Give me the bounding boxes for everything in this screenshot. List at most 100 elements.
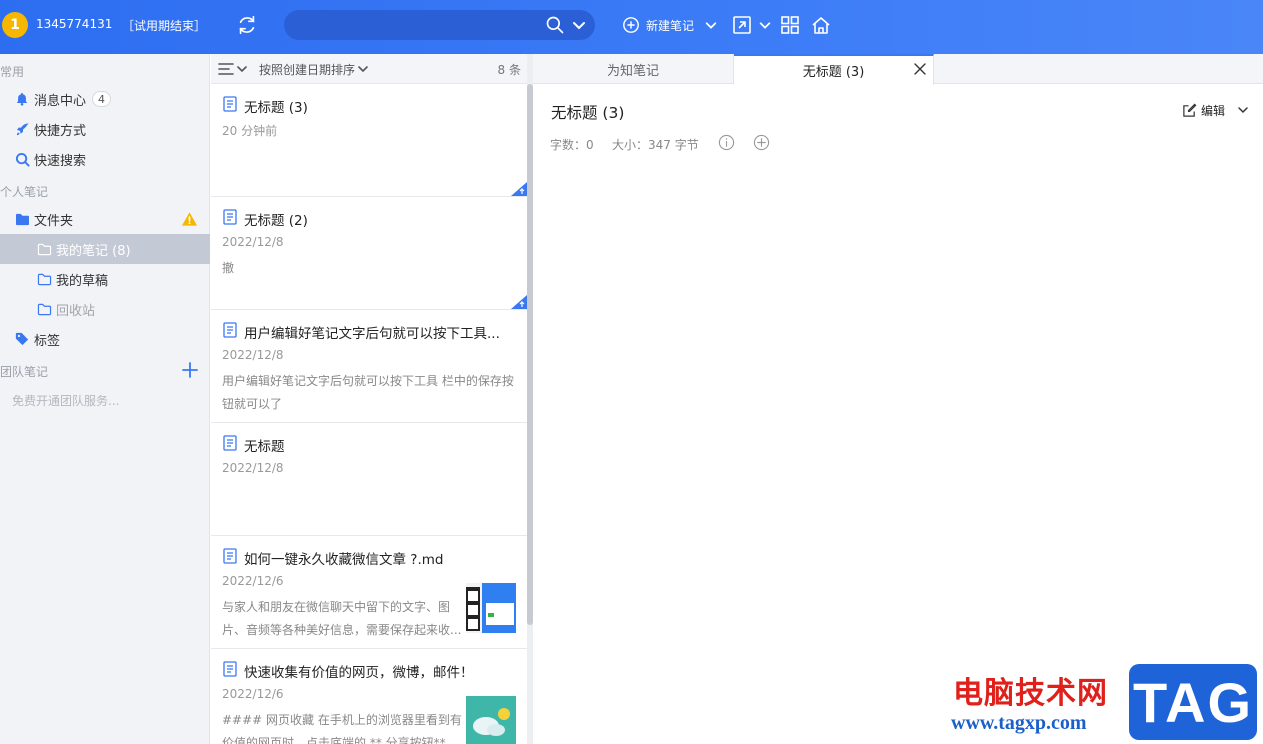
sidebar-item-tags[interactable]: 标签: [0, 324, 210, 354]
sidebar: 常用 消息中心 4 快捷方式 快速搜索 个人笔记 文件夹 我的笔记 (8) 我的…: [0, 54, 210, 744]
note-snippet: #### 网页收藏 在手机上的浏览器里看到有价值的网页时，点击底端的 ** 分享…: [222, 713, 462, 744]
note-date: 2022/12/6: [222, 687, 284, 701]
watermark-site-name: 电脑技术网: [953, 676, 1108, 711]
grid-icon[interactable]: [779, 14, 801, 36]
note-title: 快速收集有价值的网页，微博，邮件！: [244, 665, 474, 681]
edit-button[interactable]: 编辑: [1182, 100, 1249, 120]
note-date: 2022/12/6: [222, 574, 284, 588]
view-dropdown-icon[interactable]: [758, 14, 772, 36]
note-card[interactable]: 无标题 (3) 20 分钟前: [211, 84, 527, 197]
search-dropdown-icon[interactable]: [571, 17, 587, 33]
tab-bar: 为知笔记 无标题 (3): [533, 54, 1263, 85]
sort-label[interactable]: 按照创建日期排序: [259, 61, 355, 78]
document-icon: [223, 548, 237, 564]
note-title: 无标题 (3): [244, 100, 308, 116]
note-card[interactable]: 如何一键永久收藏微信文章 ?.md 2022/12/6 与家人和朋友在微信聊天中…: [211, 536, 527, 649]
document-icon: [223, 661, 237, 677]
expand-icon[interactable]: [731, 14, 753, 36]
avatar[interactable]: 1: [2, 12, 28, 38]
note-title: 用户编辑好笔记文字后句就可以按下工具...: [244, 326, 500, 342]
edit-label: 编辑: [1201, 103, 1226, 118]
sidebar-item-label: 我的笔记 (8): [56, 243, 131, 259]
info-icon[interactable]: [718, 134, 735, 151]
note-date: 2022/12/8: [222, 348, 284, 362]
sidebar-item-label: 快捷方式: [34, 123, 87, 139]
new-note-label: 新建笔记: [646, 18, 695, 33]
tab-wiz-note[interactable]: 为知笔记: [533, 54, 734, 84]
chevron-down-icon[interactable]: [357, 63, 369, 75]
note-count: 8 条: [497, 63, 521, 77]
sidebar-item-label: 回收站: [56, 303, 96, 319]
watermark-logo: TAG: [1129, 664, 1257, 740]
note-thumbnail: [466, 696, 516, 744]
note-date: 2022/12/8: [222, 461, 284, 475]
plus-circle-icon: [623, 17, 639, 33]
username[interactable]: 1345774131: [36, 17, 112, 31]
document-icon: [223, 322, 237, 338]
top-bar: 1 1345774131 ［试用期结束］ 新建笔记: [0, 0, 1263, 54]
sort-menu-icon[interactable]: [217, 61, 247, 77]
sidebar-item-label: 我的草稿: [56, 273, 109, 289]
note-card[interactable]: 用户编辑好笔记文字后句就可以按下工具... 2022/12/8 用户编辑好笔记文…: [211, 310, 527, 423]
document-icon: [223, 435, 237, 451]
note-snippet: 用户编辑好笔记文字后句就可以按下工具 栏中的保存按钮就可以了: [222, 374, 514, 411]
new-note-button[interactable]: 新建笔记: [622, 14, 718, 36]
home-icon[interactable]: [810, 14, 832, 36]
search-icon[interactable]: [545, 15, 565, 35]
sidebar-item-shortcuts[interactable]: 快捷方式: [0, 114, 210, 144]
section-team: 团队笔记: [0, 365, 49, 379]
sidebar-item-recycle-bin[interactable]: 回收站: [0, 294, 210, 324]
sidebar-item-quick-search[interactable]: 快速搜索: [0, 144, 210, 174]
note-card[interactable]: 无标题 2022/12/8: [211, 423, 527, 536]
trial-status[interactable]: ［试用期结束］: [122, 17, 206, 34]
tab-untitled-3[interactable]: 无标题 (3): [734, 54, 934, 85]
sidebar-item-my-notes[interactable]: 我的笔记 (8): [0, 234, 210, 264]
note-card[interactable]: 无标题 (2) 2022/12/8 撤: [211, 197, 527, 310]
sync-pending-icon: [511, 182, 527, 196]
note-list-header: 按照创建日期排序 8 条: [211, 54, 527, 84]
note-list: 按照创建日期排序 8 条 无标题 (3) 20 分钟前 无标题 (2) 2022…: [211, 54, 527, 744]
note-date: 20 分钟前: [222, 124, 278, 138]
message-count-badge: 4: [92, 91, 112, 107]
warning-icon[interactable]: [181, 211, 198, 227]
sync-pending-icon: [511, 295, 527, 309]
tag-icon: [14, 331, 30, 347]
sidebar-item-label: 文件夹: [34, 213, 74, 229]
note-date: 2022/12/8: [222, 235, 284, 249]
rocket-icon: [14, 121, 30, 137]
add-team-icon[interactable]: [181, 361, 199, 379]
close-icon[interactable]: [913, 62, 927, 76]
note-size: 大小：347 字节: [612, 138, 699, 152]
note-list-scroll-thumb[interactable]: [527, 84, 533, 625]
word-count: 字数：0: [550, 138, 594, 152]
sidebar-item-messages[interactable]: 消息中心 4: [0, 84, 210, 114]
edit-icon: [1183, 103, 1197, 117]
document-icon: [223, 96, 237, 112]
search-icon: [14, 151, 30, 167]
watermark-url: www.tagxp.com: [951, 712, 1087, 734]
team-service-hint[interactable]: 免费开通团队服务...: [12, 392, 119, 409]
sidebar-item-folders[interactable]: 文件夹: [0, 204, 210, 234]
folder-icon: [14, 211, 30, 227]
sidebar-item-label: 快速搜索: [34, 153, 87, 169]
folder-outline-icon: [36, 271, 52, 287]
section-common: 常用: [0, 65, 25, 79]
section-personal: 个人笔记: [0, 185, 49, 199]
sidebar-item-label: 消息中心: [34, 93, 87, 109]
add-circle-icon[interactable]: [753, 134, 770, 151]
chevron-down-icon[interactable]: [1237, 104, 1249, 116]
sync-icon[interactable]: [236, 14, 258, 36]
note-thumbnail: [466, 583, 516, 633]
bell-icon: [14, 91, 30, 107]
note-title: 如何一键永久收藏微信文章 ?.md: [244, 552, 444, 568]
folder-outline-icon: [36, 241, 52, 257]
sidebar-item-my-drafts[interactable]: 我的草稿: [0, 264, 210, 294]
note-title-heading[interactable]: 无标题 (3): [551, 101, 624, 123]
sidebar-item-label: 标签: [34, 333, 61, 349]
note-snippet: 撤: [222, 261, 235, 275]
note-title: 无标题 (2): [244, 213, 308, 229]
chevron-down-icon[interactable]: [704, 18, 718, 32]
note-card[interactable]: 快速收集有价值的网页，微博，邮件！ 2022/12/6 #### 网页收藏 在手…: [211, 649, 527, 744]
note-title: 无标题: [244, 439, 285, 455]
folder-outline-icon: [36, 301, 52, 317]
